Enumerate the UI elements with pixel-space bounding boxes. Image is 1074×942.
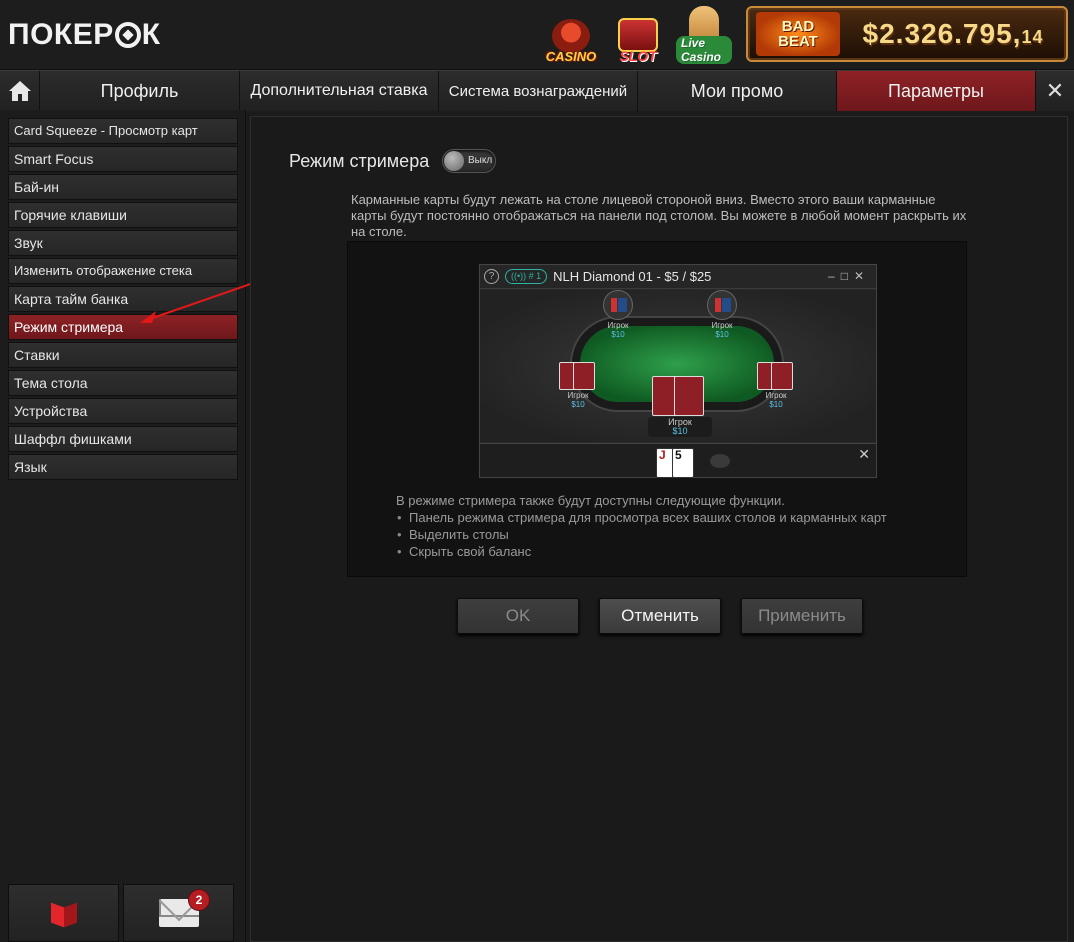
sidebar-bottom-bar: 2 [8,884,234,942]
sidebar-item-chip-shuffle[interactable]: Шаффл фишками [8,426,238,452]
bad-beat-line2: BEAT [778,33,818,50]
list-item: Выделить столы [396,526,887,543]
features-list: Панель режима стримера для просмотра все… [396,509,887,560]
features-intro: В режиме стримера также будут доступны с… [396,493,785,508]
toggle-state-label: Выкл [468,155,493,166]
ok-button[interactable]: OK [457,598,579,634]
preview-table-window: ? ((•)) # 1 NLH Diamond 01 - $5 / $25 ‒□… [479,264,877,478]
seat-left: Игрок $10 [556,362,600,409]
preview-table-title: NLH Diamond 01 - $5 / $25 [553,269,712,284]
seat-stack: $10 [571,400,585,409]
tab-rewards[interactable]: Система вознаграждений [439,71,638,111]
logo-text-start: ПОКЕР [8,18,114,51]
seat-top-right: Игрок $10 [700,290,744,339]
streamer-mode-toggle[interactable]: Выкл [442,149,496,173]
window-controls-icon: ‒□✕ [828,269,870,283]
mail-count-badge: 2 [188,889,210,911]
tab-extra-bet[interactable]: Дополнительная ставка [240,71,439,111]
tab-profile[interactable]: Профиль [40,71,240,111]
sidebar-item-card-squeeze[interactable]: Card Squeeze - Просмотр карт [8,118,238,144]
page-title: Режим стримера [289,151,430,171]
slot-machine-icon [618,18,658,52]
live-casino-label: Live Casino [676,36,732,64]
seat-player-name: Игрок [567,391,589,400]
pokerok-logo[interactable]: ПОКЕР К [8,18,161,52]
home-icon [8,81,31,101]
home-tab[interactable] [0,71,40,111]
casino-roulette-icon [552,19,590,53]
top-header: ПОКЕР К CASINO SLOT Live Casino BAD BEAT… [0,0,1074,70]
cube-icon [50,899,77,928]
list-item: Скрыть свой баланс [396,543,887,560]
face-down-cards [557,362,599,390]
casino-label: CASINO [545,49,597,64]
preview-table-titlebar: ? ((•)) # 1 NLH Diamond 01 - $5 / $25 ‒□… [480,265,876,289]
seat-right: Игрок $10 [754,362,798,409]
streamer-features: В режиме стримера также будут доступны с… [396,492,887,560]
hole-card: 5 [672,448,694,478]
sidebar-item-devices[interactable]: Устройства [8,398,238,424]
seat-top-left: Игрок $10 [596,290,640,339]
sidebar-item-sound[interactable]: Звук [8,230,238,256]
hole-cards: J 5 [656,448,702,478]
help-icon: ? [484,269,499,284]
face-down-cards [755,362,797,390]
seat-player-name: Игрок [711,321,733,330]
hero-face-down-cards [650,376,710,416]
close-icon[interactable]: ✕ [1036,71,1074,111]
sidebar-item-hotkeys[interactable]: Горячие клавиши [8,202,238,228]
player-avatar [707,290,737,320]
sidebar-item-smart-focus[interactable]: Smart Focus [8,146,238,172]
bad-beat-jackpot-banner[interactable]: BAD BEAT $2.326.795,14 [746,6,1068,62]
seat-stack: $10 [611,330,625,339]
hero-plate: Игрок $10 [648,417,712,437]
streamer-mode-description: Карманные карты будут лежать на столе ли… [351,192,967,239]
logo-chip-icon [114,22,141,48]
toggle-knob [444,151,464,171]
sidebar-item-bets[interactable]: Ставки [8,342,238,368]
cancel-button[interactable]: Отменить [599,598,721,634]
sidebar-item-table-theme[interactable]: Тема стола [8,370,238,396]
lobby-cube-button[interactable] [8,884,119,942]
player-avatar [603,290,633,320]
eye-icon [710,454,730,468]
live-badge: ((•)) # 1 [505,269,548,284]
list-item: Панель режима стримера для просмотра все… [396,509,887,526]
live-casino-icon [689,6,719,40]
tab-settings[interactable]: Параметры [837,71,1036,111]
settings-sidebar: Card Squeeze - Просмотр карт Smart Focus… [0,110,246,942]
seat-hero: Игрок $10 [648,376,712,437]
streamer-mode-preview: ? ((•)) # 1 NLH Diamond 01 - $5 / $25 ‒□… [347,241,967,577]
seat-stack: $10 [715,330,729,339]
jackpot-amount: $2.326.795,14 [840,18,1066,50]
seat-stack: $10 [672,426,688,436]
streamer-cards-dock: J 5 ✕ [480,443,876,478]
bad-beat-logo: BAD BEAT [756,12,840,56]
slot-button[interactable]: SLOT [610,6,666,64]
casino-button[interactable]: CASINO [543,6,599,64]
sidebar-item-language[interactable]: Язык [8,454,238,480]
seat-player-name: Игрок [607,321,629,330]
preview-table-area: Игрок $10 Игрок $10 Игрок $10 Игрок $10 [480,290,876,442]
slot-label: SLOT [619,48,657,64]
settings-main-panel: Режим стримера Выкл Карманные карты буду… [250,116,1068,942]
dock-close-icon: ✕ [858,446,870,462]
live-casino-button[interactable]: Live Casino [676,6,732,64]
seat-player-name: Игрок [765,391,787,400]
tab-my-promo[interactable]: Мои промо [638,71,837,111]
mail-button[interactable]: 2 [123,884,234,942]
bad-beat-line1: BAD [781,18,815,35]
logo-text-end: К [141,18,161,51]
jackpot-amount-main: $2.326.795, [862,18,1022,49]
settings-tab-bar: Профиль Дополнительная ставка Система во… [0,70,1074,111]
seat-stack: $10 [769,400,783,409]
jackpot-amount-cents: 14 [1021,27,1044,47]
apply-button[interactable]: Применить [741,598,863,634]
sidebar-item-buy-in[interactable]: Бай-ин [8,174,238,200]
